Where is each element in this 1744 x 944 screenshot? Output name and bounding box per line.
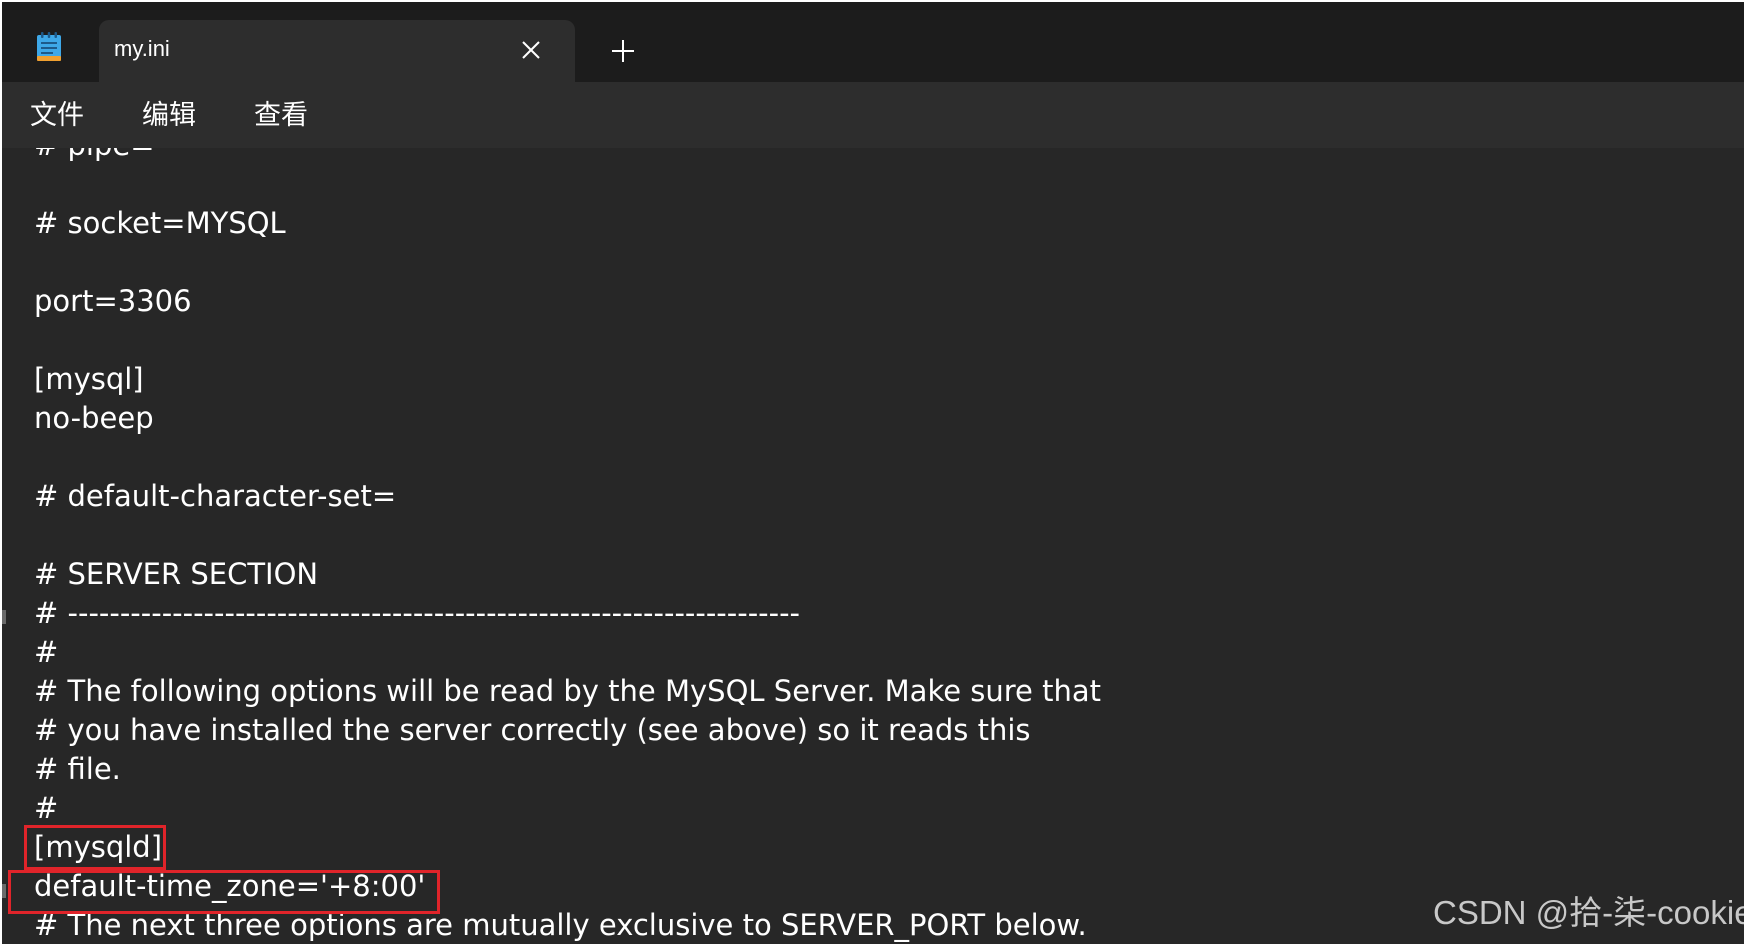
editor-line: # socket=MYSQL <box>34 206 286 240</box>
editor-line: # default-character-set= <box>34 479 397 513</box>
editor-line: port=3306 <box>34 284 192 318</box>
text-editor[interactable]: # pipe= # socket=MYSQL port=3306 [mysql]… <box>2 148 1744 944</box>
editor-line: [mysql] <box>34 362 144 396</box>
menu-bar: 文件 编辑 查看 <box>2 82 1744 148</box>
editor-line: # <box>34 791 59 825</box>
highlight-box-time-zone <box>8 870 440 914</box>
notepad-window: my.ini 文件 编辑 查看 # pipe= # socket=MYSQL p… <box>2 2 1744 944</box>
menu-edit[interactable]: 编辑 <box>142 100 196 132</box>
menu-file[interactable]: 文件 <box>30 100 84 132</box>
editor-line: # file. <box>34 752 121 786</box>
editor-line: # <box>34 635 59 669</box>
notepad-icon <box>36 32 62 62</box>
plus-icon[interactable] <box>610 38 636 64</box>
editor-line: # you have installed the server correctl… <box>34 713 1031 747</box>
tab-title: my.ini <box>114 36 170 61</box>
watermark: CSDN @拾-柒-cookie <box>1433 894 1744 931</box>
editor-line: # pipe= <box>34 148 155 164</box>
menu-view[interactable]: 查看 <box>254 100 308 132</box>
scroll-marker <box>2 884 6 898</box>
editor-line: # The following options will be read by … <box>34 674 1101 708</box>
tab-bar: my.ini <box>2 2 1744 82</box>
close-icon[interactable] <box>517 36 545 64</box>
tab-my-ini[interactable]: my.ini <box>99 20 575 82</box>
editor-line: # --------------------------------------… <box>34 596 801 630</box>
editor-line: no-beep <box>34 401 154 435</box>
scroll-marker <box>2 610 6 624</box>
highlight-box-mysqld <box>24 825 166 870</box>
editor-line: # SERVER SECTION <box>34 557 319 591</box>
